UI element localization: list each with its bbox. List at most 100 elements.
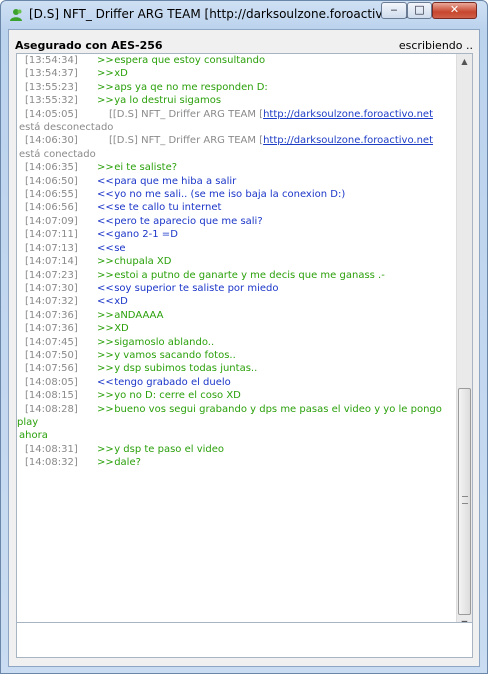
vertical-scrollbar[interactable]: ▲ ▼	[456, 54, 472, 632]
message-timestamp: [13:55:32]	[25, 95, 78, 107]
message-timestamp: [14:06:50]	[25, 175, 78, 187]
message-text: se te callo tu internet	[114, 202, 222, 214]
message-text: ya lo destrui sigamos	[114, 95, 222, 107]
message-direction: >>	[97, 336, 114, 348]
chat-message: [13:55:32] >> ya lo destrui sigamos	[17, 94, 457, 107]
chat-message: [14:07:45] >> sigamoslo ablando..	[17, 336, 457, 349]
forum-link[interactable]: http://darksoulzone.foroactivo.net	[263, 109, 433, 120]
scrollbar-grip-icon	[462, 496, 468, 504]
system-text: [[D.S] NFT_ Driffer ARG TEAM [	[109, 135, 264, 147]
message-direction: >>	[97, 95, 114, 107]
system-message: [14:06:30] [[D.S] NFT_ Driffer ARG TEAM […	[17, 134, 457, 161]
message-text: yo no D: cerre el coso XD	[114, 390, 241, 402]
message-direction: <<	[97, 189, 114, 201]
message-timestamp: [14:07:50]	[25, 349, 78, 361]
message-timestamp: [14:07:45]	[25, 336, 78, 348]
message-timestamp: [13:55:23]	[25, 81, 78, 93]
message-text: estoi a putno de ganarte y me decis que …	[114, 269, 385, 281]
chat-message: [14:08:15] >> yo no D: cerre el coso XD	[17, 389, 457, 402]
message-direction: <<	[97, 242, 114, 254]
message-timestamp: [14:08:31]	[25, 443, 78, 455]
message-direction: >>	[97, 403, 114, 415]
message-timestamp: [14:07:23]	[25, 269, 78, 281]
presence-status: está conectado	[19, 148, 96, 160]
message-text-continued: ahora	[19, 430, 48, 442]
message-direction: >>	[97, 55, 114, 66]
chat-message: [14:08:32] >> dale?	[17, 456, 457, 469]
message-timestamp: [14:07:14]	[25, 256, 78, 268]
minimize-button[interactable]: ‒	[381, 2, 407, 19]
title-bar[interactable]: [D.S] NFT_ Driffer ARG TEAM [http://dark…	[1, 1, 487, 29]
message-direction: <<	[97, 296, 114, 308]
chat-message: [14:07:11] << gano 2-1 =D	[17, 228, 457, 241]
message-text: y dsp subimos todas juntas..	[114, 363, 258, 375]
window-title: [D.S] NFT_ Driffer ARG TEAM [http://dark…	[29, 7, 414, 21]
message-timestamp: [14:07:32]	[25, 296, 78, 308]
message-text: dale?	[114, 457, 141, 469]
message-timestamp: [14:08:32]	[25, 457, 78, 469]
scroll-up-arrow-icon[interactable]: ▲	[457, 54, 472, 70]
chat-message: [14:07:50] >> y vamos sacando fotos..	[17, 349, 457, 362]
chat-message: [14:06:50] << para que me hiba a salir	[17, 175, 457, 188]
system-message: [14:05:05] [[D.S] NFT_ Driffer ARG TEAM […	[17, 108, 457, 135]
chat-message: [14:07:23] >> estoi a putno de ganarte y …	[17, 269, 457, 282]
chat-message: [14:07:30] << soy superior te saliste por…	[17, 282, 457, 295]
message-history[interactable]: [13:54:34] >> espera que estoy consultand…	[16, 53, 473, 633]
encryption-status: Asegurado con AES-256	[15, 39, 163, 52]
message-timestamp: [14:07:30]	[25, 282, 78, 294]
message-timestamp: [14:07:36]	[25, 309, 78, 321]
message-input[interactable]	[16, 622, 473, 658]
chat-message: [14:07:13] << se	[17, 242, 457, 255]
message-text: aps ya qe no me responden D:	[114, 81, 268, 93]
message-direction: <<	[97, 202, 114, 214]
scrollbar-thumb[interactable]	[458, 388, 471, 615]
conversation-panel: Asegurado con AES-256 escribiendo .. [13…	[8, 29, 480, 667]
message-text: y dsp te paso el video	[114, 443, 225, 455]
chat-message: [14:07:14] >> chupala XD	[17, 255, 457, 268]
message-direction: >>	[97, 309, 114, 321]
chat-message: [14:07:56] >> y dsp subimos todas juntas.…	[17, 362, 457, 375]
message-text: soy superior te saliste por miedo	[114, 282, 279, 294]
chat-message: [14:06:35] >> ei te saliste?	[17, 161, 457, 174]
chat-message: [14:08:05] << tengo grabado el duelo	[17, 376, 457, 389]
message-timestamp: [14:07:36]	[25, 323, 78, 335]
typing-indicator: escribiendo ..	[398, 39, 473, 52]
message-text: sigamoslo ablando..	[114, 336, 215, 348]
chat-message: [13:54:34] >> espera que estoy consultand…	[17, 54, 457, 67]
chat-message: [14:07:36] >> XD	[17, 322, 457, 335]
chat-window: [D.S] NFT_ Driffer ARG TEAM [http://dark…	[0, 0, 488, 674]
message-timestamp: [14:08:15]	[25, 390, 78, 402]
chat-message: [14:06:56] << se te callo tu internet	[17, 201, 457, 214]
close-button[interactable]: ✕	[432, 2, 477, 19]
chat-message: [14:07:36] >> aNDAAAA	[17, 309, 457, 322]
message-timestamp: [14:06:30]	[25, 135, 78, 147]
message-timestamp: [14:05:05]	[25, 108, 78, 120]
message-text: para que me hiba a salir	[114, 175, 237, 187]
message-timestamp: [14:08:05]	[25, 376, 78, 388]
system-text: [[D.S] NFT_ Driffer ARG TEAM [	[109, 108, 264, 120]
message-direction: >>	[97, 443, 114, 455]
message-text: chupala XD	[114, 256, 172, 268]
message-text: yo no me sali.. (se me iso baja la conex…	[114, 189, 346, 201]
message-list: [13:54:34] >> espera que estoy consultand…	[17, 54, 457, 632]
forum-link[interactable]: http://darksoulzone.foroactivo.net	[263, 135, 433, 146]
message-direction: >>	[97, 457, 114, 469]
message-direction: <<	[97, 175, 114, 187]
message-timestamp: [14:06:35]	[25, 162, 78, 174]
message-text: espera que estoy consultando	[114, 55, 266, 66]
chat-message: [14:08:31] >> y dsp te paso el video	[17, 443, 457, 456]
message-timestamp: [14:06:55]	[25, 189, 78, 201]
message-timestamp: [13:54:37]	[25, 68, 78, 80]
message-text: ei te saliste?	[114, 162, 178, 174]
maximize-button[interactable]: □	[407, 2, 432, 19]
message-timestamp: [14:06:56]	[25, 202, 78, 214]
message-direction: <<	[97, 282, 114, 294]
message-text: gano 2-1 =D	[114, 229, 178, 241]
message-timestamp: [14:07:09]	[25, 215, 78, 227]
message-direction: <<	[97, 215, 114, 227]
presence-status: está desconectado	[19, 122, 114, 134]
message-direction: >>	[97, 162, 114, 174]
message-direction: <<	[97, 376, 114, 388]
message-text: XD	[114, 323, 129, 335]
message-text: aNDAAAA	[114, 309, 164, 321]
